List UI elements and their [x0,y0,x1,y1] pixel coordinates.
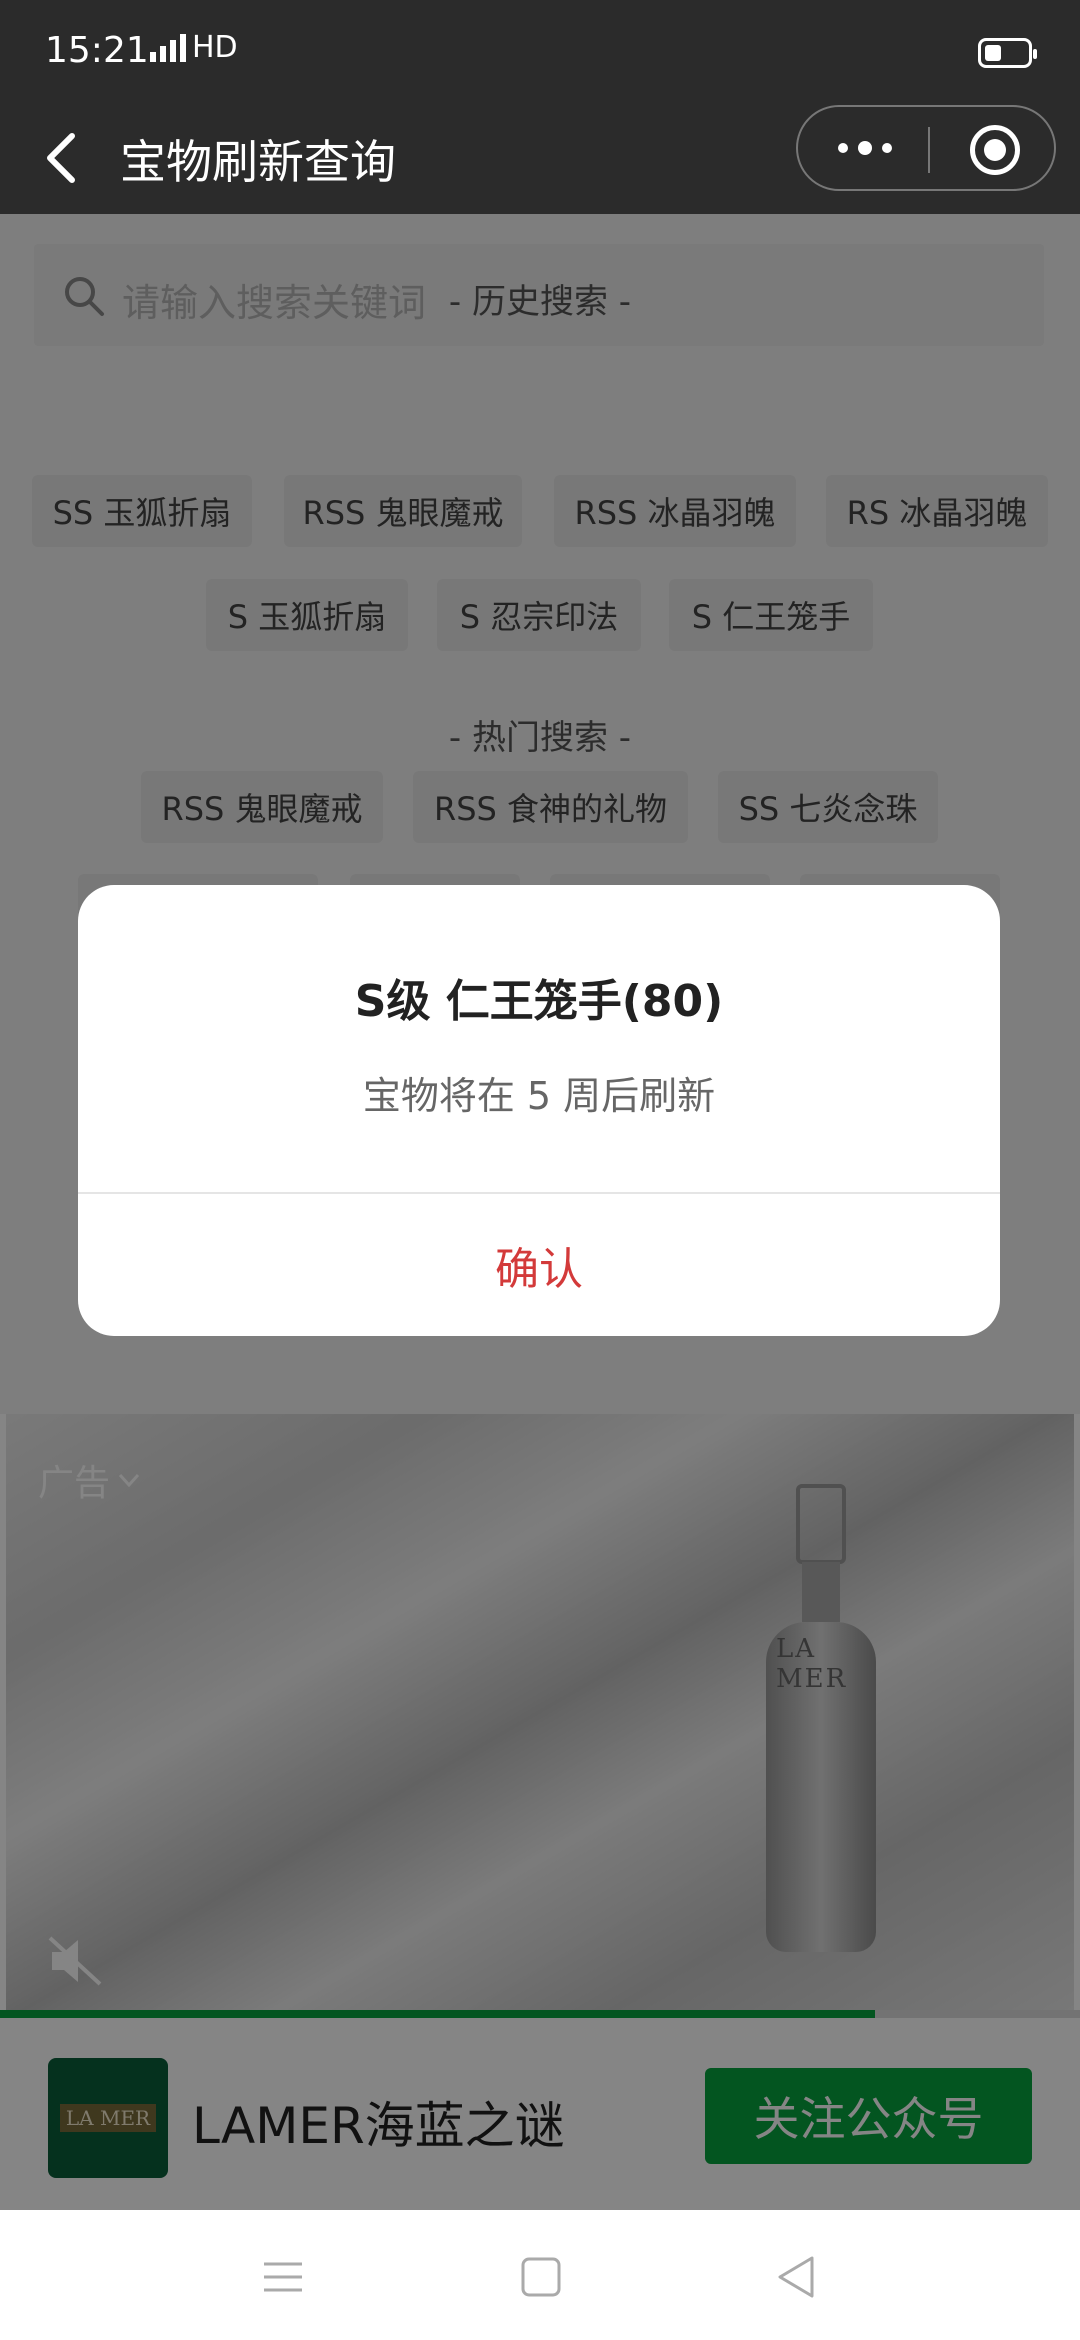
system-nav-bar [0,2210,1080,2340]
home-icon[interactable] [514,2250,568,2304]
status-time: 15:21 [45,30,149,71]
back-triangle-icon[interactable] [770,2250,824,2304]
nav-bar: 宝物刷新查询 [0,100,1080,214]
dialog-message: 宝物将在 5 周后刷新 [362,1074,716,1118]
network-label: HD [192,30,238,65]
mini-program-capsule [796,105,1056,191]
menu-icon[interactable] [256,2250,310,2304]
more-icon[interactable] [838,141,892,155]
battery-icon [978,38,1037,68]
target-icon[interactable] [970,125,1020,175]
dialog-title: S级 仁王笼手(80) [354,976,724,1027]
status-bar: 15:21 HD [0,0,1080,100]
back-icon[interactable] [42,128,82,188]
confirm-button[interactable]: 确认 [78,1194,1000,1336]
capsule-divider [928,127,930,173]
result-dialog: S级 仁王笼手(80) 宝物将在 5 周后刷新 确认 [78,885,1000,1336]
signal-icon [150,33,186,62]
page-title: 宝物刷新查询 [120,135,396,189]
network-indicator: HD [150,30,238,65]
